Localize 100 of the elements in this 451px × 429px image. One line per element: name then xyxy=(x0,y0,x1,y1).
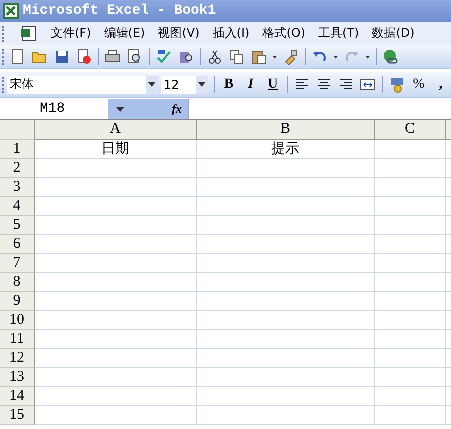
cell[interactable] xyxy=(197,406,375,425)
new-document-icon[interactable] xyxy=(10,48,26,64)
row-header[interactable]: 11 xyxy=(0,330,35,349)
cell[interactable] xyxy=(35,254,197,273)
brush-icon[interactable] xyxy=(283,48,299,64)
cell[interactable] xyxy=(197,273,375,292)
globe-link-icon[interactable] xyxy=(383,48,399,64)
cut-icon[interactable] xyxy=(207,48,223,64)
cell[interactable] xyxy=(197,349,375,368)
cell[interactable] xyxy=(197,235,375,254)
row-header[interactable]: 2 xyxy=(0,159,35,178)
cell[interactable] xyxy=(197,292,375,311)
magnifier-page-icon[interactable] xyxy=(127,48,143,64)
cell[interactable] xyxy=(375,349,446,368)
caret-icon xyxy=(198,82,206,87)
row-header[interactable]: 5 xyxy=(0,216,35,235)
select-all-corner[interactable] xyxy=(0,120,35,140)
cell[interactable] xyxy=(35,273,197,292)
currency-coins-icon[interactable] xyxy=(389,76,405,92)
cell[interactable] xyxy=(35,311,197,330)
format-button[interactable]: U xyxy=(262,74,284,96)
cell[interactable] xyxy=(375,235,446,254)
cell[interactable] xyxy=(35,216,197,235)
font-size-field[interactable]: 12 xyxy=(161,76,208,94)
cell[interactable] xyxy=(35,387,197,406)
column-header[interactable]: A xyxy=(35,120,197,140)
cell[interactable] xyxy=(35,349,197,368)
caret-icon[interactable] xyxy=(116,106,125,112)
align-left-icon[interactable] xyxy=(294,76,310,92)
cell[interactable] xyxy=(197,159,375,178)
menu-item[interactable]: 编辑(E) xyxy=(104,25,146,42)
cell[interactable] xyxy=(35,235,197,254)
align-center-icon[interactable] xyxy=(316,76,332,92)
copy-icon[interactable] xyxy=(229,48,245,64)
row-header[interactable]: 6 xyxy=(0,235,35,254)
format-button[interactable]: % xyxy=(408,74,430,96)
cell[interactable]: 提示 xyxy=(197,140,375,159)
cell[interactable] xyxy=(197,387,375,406)
cell[interactable] xyxy=(375,330,446,349)
cell[interactable] xyxy=(35,330,197,349)
row-header[interactable]: 4 xyxy=(0,197,35,216)
menu-item[interactable]: 格式(O) xyxy=(262,25,306,42)
cell[interactable] xyxy=(197,197,375,216)
row-header[interactable]: 12 xyxy=(0,349,35,368)
column-header[interactable]: C xyxy=(375,120,446,140)
cell[interactable] xyxy=(197,311,375,330)
caret-icon xyxy=(148,82,156,87)
cell[interactable] xyxy=(35,197,197,216)
row-header[interactable]: 1 xyxy=(0,140,35,159)
cell[interactable]: 日期 xyxy=(35,140,197,159)
cell[interactable] xyxy=(375,292,446,311)
spelling-check-icon[interactable] xyxy=(156,48,172,64)
cell[interactable] xyxy=(197,216,375,235)
excel-logo-icon xyxy=(3,3,19,19)
cell[interactable] xyxy=(197,330,375,349)
cell[interactable] xyxy=(197,254,375,273)
cell[interactable] xyxy=(375,406,446,425)
cell[interactable] xyxy=(375,178,446,197)
row-header[interactable]: 13 xyxy=(0,368,35,387)
cell[interactable] xyxy=(35,159,197,178)
row-header[interactable]: 8 xyxy=(0,273,35,292)
font-field[interactable]: 宋体 xyxy=(7,76,158,94)
workbook-icon[interactable] xyxy=(20,26,38,42)
row-header[interactable]: 14 xyxy=(0,387,35,406)
cell[interactable] xyxy=(35,292,197,311)
row-header[interactable]: 15 xyxy=(0,406,35,425)
printer-icon[interactable] xyxy=(105,48,121,64)
cell[interactable] xyxy=(35,178,197,197)
cell[interactable] xyxy=(35,406,197,425)
cell[interactable] xyxy=(375,273,446,292)
cell[interactable] xyxy=(375,159,446,178)
format-button[interactable]: I xyxy=(240,74,262,96)
row-header[interactable]: 10 xyxy=(0,311,35,330)
menu-item[interactable]: 文件(F) xyxy=(51,25,92,42)
format-button[interactable]: , xyxy=(430,74,451,96)
clipboard-icon[interactable] xyxy=(251,48,267,64)
merge-cells-icon[interactable] xyxy=(360,76,376,92)
document-no-entry-icon[interactable] xyxy=(76,48,92,64)
save-icon[interactable] xyxy=(54,48,70,64)
cell[interactable] xyxy=(375,140,446,159)
cell[interactable] xyxy=(375,368,446,387)
cell[interactable] xyxy=(375,197,446,216)
row-header[interactable]: 9 xyxy=(0,292,35,311)
cell[interactable] xyxy=(197,178,375,197)
row-header[interactable]: 7 xyxy=(0,254,35,273)
menu-item[interactable]: 数据(D) xyxy=(372,25,415,42)
row-header[interactable]: 3 xyxy=(0,178,35,197)
cell[interactable] xyxy=(375,254,446,273)
insert-function-button[interactable]: fx xyxy=(172,102,182,116)
format-button[interactable]: B xyxy=(218,74,240,96)
cell[interactable] xyxy=(35,368,197,387)
cell[interactable] xyxy=(375,216,446,235)
menu-item[interactable]: 插入(I) xyxy=(212,25,250,42)
cell[interactable] xyxy=(375,311,446,330)
menu-item[interactable]: 视图(V) xyxy=(158,25,200,42)
column-header[interactable]: B xyxy=(197,120,375,140)
menu-item[interactable]: 工具(T) xyxy=(318,25,360,42)
cell[interactable] xyxy=(197,368,375,387)
cell[interactable] xyxy=(375,387,446,406)
align-right-icon[interactable] xyxy=(338,76,354,92)
